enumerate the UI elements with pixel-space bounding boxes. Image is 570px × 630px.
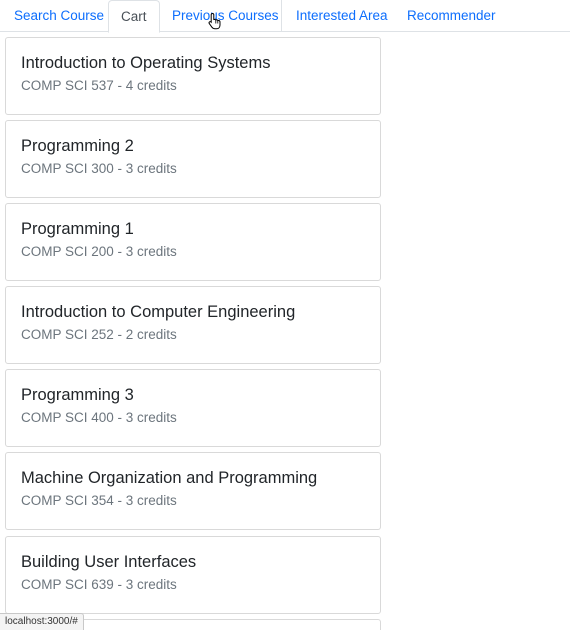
browser-status-bar: localhost:3000/# xyxy=(0,613,84,630)
course-card[interactable]: Building User Interfaces COMP SCI 639 - … xyxy=(5,536,381,614)
course-details: COMP SCI 200 - 3 credits xyxy=(21,244,177,259)
course-details: COMP SCI 639 - 3 credits xyxy=(21,577,177,592)
course-card[interactable]: Introduction to Computer Engineering COM… xyxy=(5,286,381,364)
tab-previous-courses[interactable]: Previous Courses xyxy=(172,0,282,32)
course-title: Programming 2 xyxy=(21,137,134,155)
course-details: COMP SCI 252 - 2 credits xyxy=(21,327,177,342)
tab-search-course[interactable]: Search Course xyxy=(14,0,104,32)
hand-pointer-icon xyxy=(208,12,221,30)
course-details: COMP SCI 537 - 4 credits xyxy=(21,78,177,93)
course-details: COMP SCI 354 - 3 credits xyxy=(21,493,177,508)
course-title: Building User Interfaces xyxy=(21,553,197,571)
tab-recommender[interactable]: Recommender xyxy=(407,0,496,32)
course-card[interactable]: Programming 1 COMP SCI 200 - 3 credits xyxy=(5,203,381,281)
nav-tabs: Search Course Cart Previous Courses Inte… xyxy=(0,0,570,33)
course-card[interactable]: Programming 2 COMP SCI 300 - 3 credits xyxy=(5,120,381,198)
tab-interested-area[interactable]: Interested Area xyxy=(296,0,388,32)
course-card[interactable]: Programming 3 COMP SCI 400 - 3 credits xyxy=(5,369,381,447)
course-details: COMP SCI 400 - 3 credits xyxy=(21,410,177,425)
course-title: Programming 1 xyxy=(21,220,134,238)
course-card[interactable]: Introduction to Operating Systems COMP S… xyxy=(5,37,381,115)
course-details: COMP SCI 300 - 3 credits xyxy=(21,161,177,176)
course-card[interactable]: Machine Organization and Programming COM… xyxy=(5,452,381,530)
course-title: Machine Organization and Programming xyxy=(21,469,318,487)
tab-cart[interactable]: Cart xyxy=(108,0,160,33)
course-title: Programming 3 xyxy=(21,386,134,404)
course-title: Introduction to Computer Engineering xyxy=(21,303,296,321)
course-title: Introduction to Operating Systems xyxy=(21,54,271,72)
